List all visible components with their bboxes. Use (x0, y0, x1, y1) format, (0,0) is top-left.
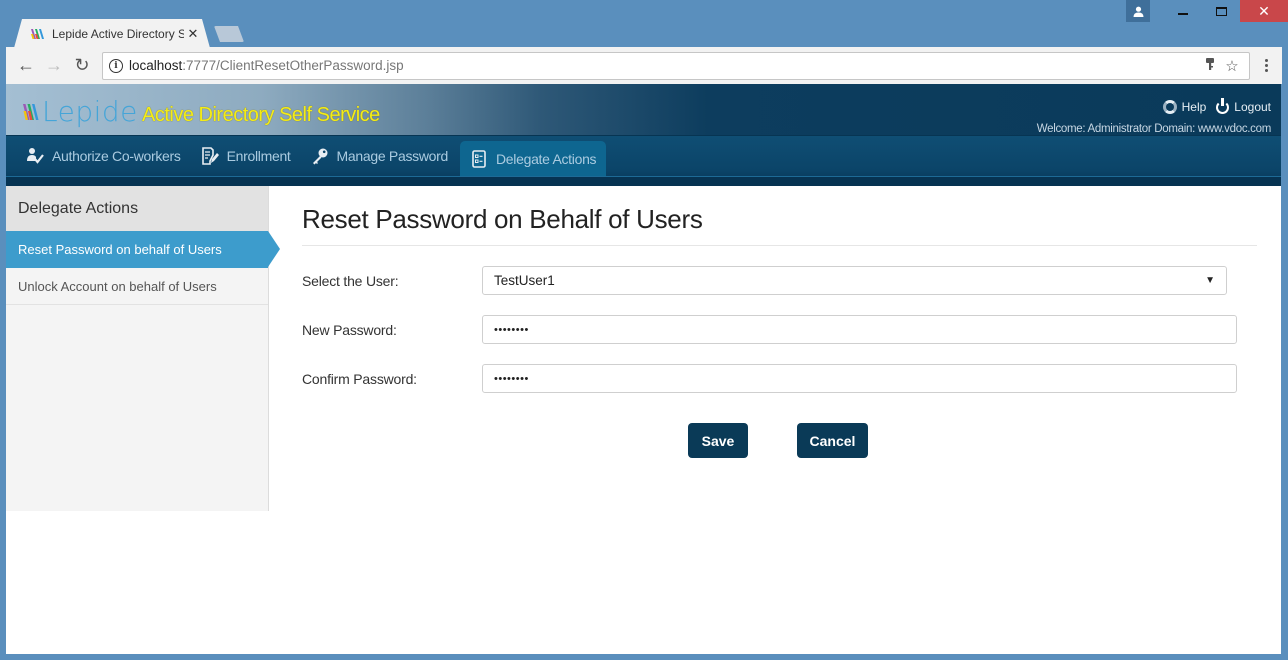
browser-menu-button[interactable] (1256, 59, 1276, 72)
welcome-text: Welcome: Administrator Domain: www.vdoc.… (1036, 123, 1272, 135)
user-check-icon (26, 147, 44, 165)
cancel-button[interactable]: Cancel (797, 423, 868, 458)
header-links: Help Logout (1162, 97, 1271, 114)
reload-button[interactable]: ↻ (68, 52, 96, 80)
document-edit-icon (201, 147, 219, 165)
new-password-label: New Password: (302, 321, 397, 338)
back-arrow-icon: ← (17, 55, 35, 75)
main-nav: Authorize Co-workers Enrollment Manage P… (6, 135, 1281, 186)
new-password-row: New Password: •••••••• (302, 315, 1257, 344)
select-user-label: Select the User: (302, 272, 399, 289)
tab-title: Lepide Active Directory S (52, 26, 184, 41)
window-close-button[interactable]: ✕ (1240, 0, 1288, 22)
main-panel: Reset Password on Behalf of Users Select… (269, 186, 1281, 511)
menu-dot (1264, 59, 1268, 62)
nav-authorize-co-workers[interactable]: Authorize Co-workers (18, 136, 193, 176)
new-password-input[interactable]: •••••••• (482, 315, 1237, 344)
url-host: localhost (129, 58, 183, 73)
tab-close-icon[interactable]: ✕ (184, 26, 202, 42)
maximize-button[interactable] (1202, 0, 1240, 22)
select-user-row: Select the User: TestUser1 ▼ (302, 266, 1257, 295)
sidebar: Delegate Actions Reset Password on behal… (6, 186, 280, 511)
save-button[interactable]: Save (688, 423, 748, 458)
lepide-logo-icon (23, 104, 39, 120)
nav-label: Delegate Actions (495, 150, 597, 167)
sidebar-header: Delegate Actions (6, 186, 268, 231)
url-path: :7777/ClientResetOtherPassword.jsp (182, 58, 404, 73)
back-button[interactable]: ← (12, 52, 40, 80)
nav-label: Authorize Co-workers (52, 148, 181, 164)
nav-bottom-bar (6, 176, 1281, 186)
forward-button[interactable]: → (40, 52, 68, 80)
logout-link[interactable]: Logout (1216, 97, 1271, 114)
menu-dot (1264, 64, 1268, 67)
key-icon (311, 147, 329, 165)
address-bar[interactable]: i localhost:7777/ClientResetOtherPasswor… (102, 51, 1250, 80)
sidebar-item-reset-password[interactable]: Reset Password on behalf of Users (6, 231, 280, 268)
help-link[interactable]: Help (1162, 100, 1207, 114)
page-viewport: Lepide Active Directory Self Service Hel… (6, 84, 1281, 654)
nav-enrollment[interactable]: Enrollment (193, 136, 303, 176)
selected-user-value: TestUser1 (494, 273, 555, 288)
window-controls: ✕ (1126, 0, 1288, 22)
maximize-icon (1215, 6, 1227, 16)
profile-button[interactable] (1126, 0, 1150, 22)
nav-label: Enrollment (226, 148, 291, 164)
form-buttons: Save Cancel (302, 423, 1257, 458)
logo-text: Lepide (42, 95, 138, 128)
power-icon (1216, 97, 1230, 114)
person-icon (1133, 6, 1143, 17)
checklist-icon (470, 149, 488, 168)
new-tab-button[interactable] (214, 26, 244, 42)
nav-delegate-actions[interactable]: Delegate Actions (459, 141, 607, 176)
menu-dot (1264, 69, 1268, 72)
nav-label: Manage Password (336, 148, 449, 164)
confirm-password-row: Confirm Password: •••••••• (302, 364, 1257, 393)
forward-arrow-icon: → (45, 55, 63, 75)
select-user-dropdown[interactable]: TestUser1 ▼ (482, 266, 1227, 295)
browser-toolbar: ← → ↻ i localhost:7777/ClientResetOtherP… (6, 47, 1282, 84)
minimize-button[interactable] (1164, 0, 1202, 22)
dropdown-caret-icon: ▼ (1205, 275, 1215, 286)
app-header: Lepide Active Directory Self Service Hel… (6, 84, 1281, 135)
info-icon[interactable]: i (109, 58, 123, 73)
app-title: Active Directory Self Service (142, 104, 380, 126)
logout-label: Logout (1234, 100, 1271, 114)
tab-strip: Lepide Active Directory S ✕ (14, 18, 244, 48)
bookmark-star-icon[interactable]: ☆ (1221, 57, 1243, 75)
lepide-logo[interactable]: Lepide (22, 98, 138, 126)
lifebuoy-icon (1162, 100, 1177, 114)
saved-password-key-icon[interactable] (1199, 57, 1221, 75)
nav-manage-password[interactable]: Manage Password (303, 136, 460, 176)
confirm-password-label: Confirm Password: (302, 370, 417, 387)
lepide-favicon-icon (31, 28, 44, 39)
help-label: Help (1181, 100, 1207, 114)
content-area: Delegate Actions Reset Password on behal… (6, 186, 1281, 511)
reload-icon: ↻ (74, 55, 90, 75)
sidebar-item-unlock-account[interactable]: Unlock Account on behalf of Users (6, 268, 268, 305)
close-icon: ✕ (1258, 2, 1270, 19)
browser-tab[interactable]: Lepide Active Directory S ✕ (14, 19, 210, 48)
confirm-password-input[interactable]: •••••••• (482, 364, 1237, 393)
minimize-icon (1178, 13, 1188, 15)
page-title: Reset Password on Behalf of Users (302, 204, 1257, 246)
